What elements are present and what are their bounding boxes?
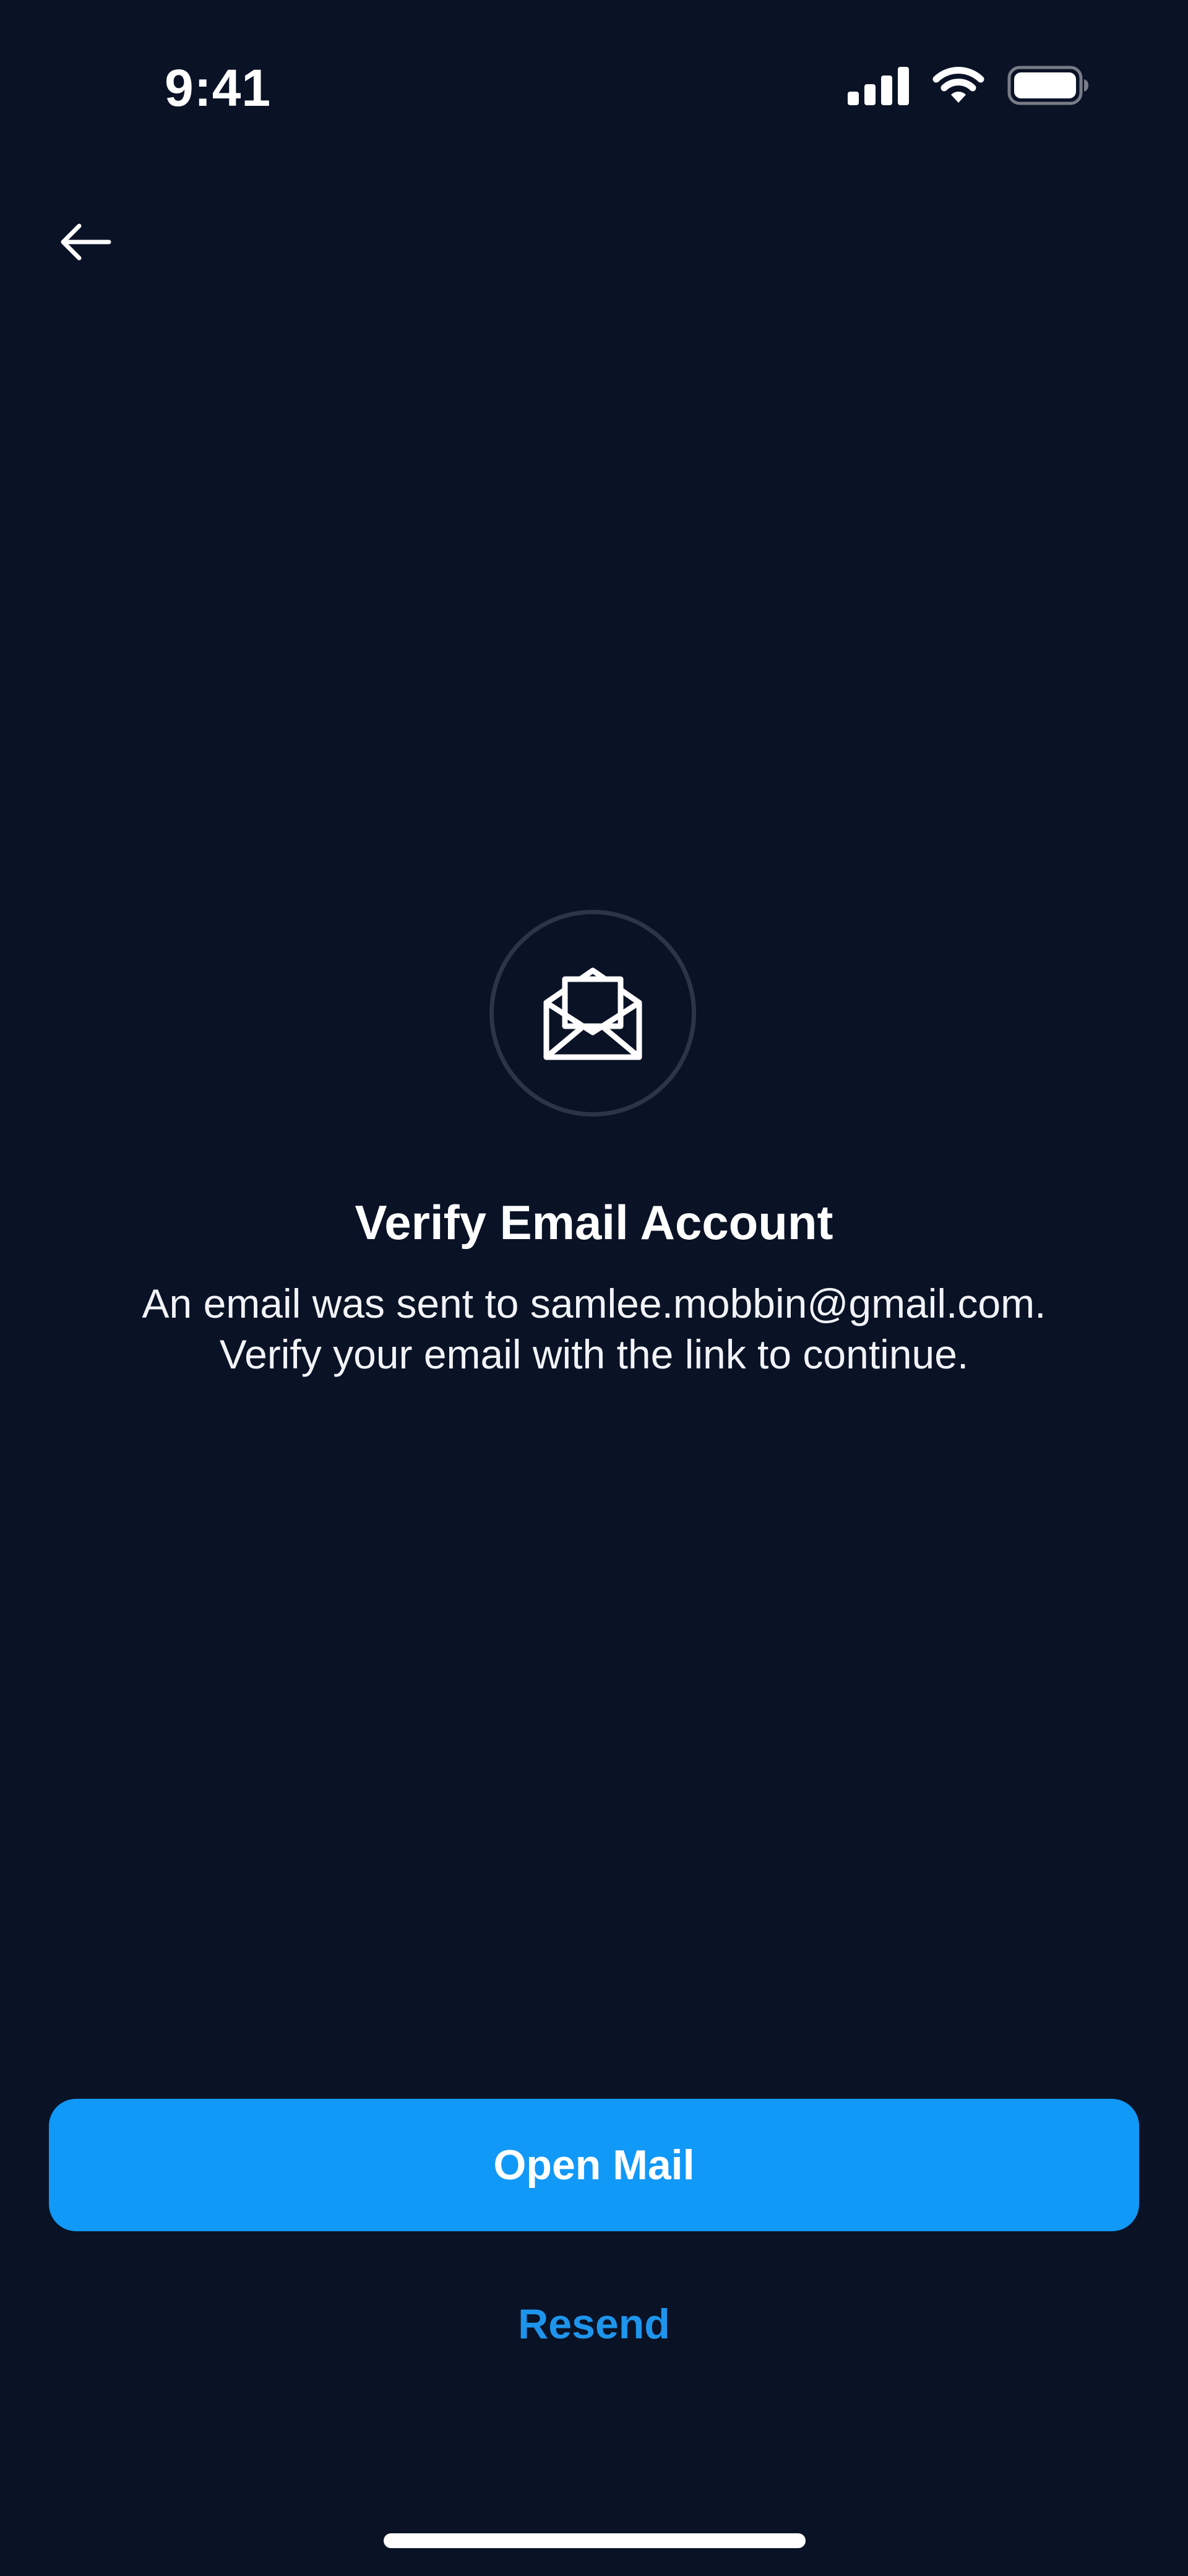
- mail-icon-circle: [489, 910, 696, 1117]
- battery-icon: [1007, 66, 1089, 108]
- back-button[interactable]: [56, 214, 115, 273]
- open-mail-button[interactable]: Open Mail: [49, 2099, 1139, 2231]
- wifi-icon: [932, 66, 985, 108]
- page-title: Verify Email Account: [355, 1195, 833, 1250]
- verification-description: An email was sent to samlee.mobbin@gmail…: [62, 1278, 1126, 1380]
- description-line-2: Verify your email with the link to conti…: [219, 1331, 969, 1377]
- cellular-signal-icon: [848, 66, 910, 108]
- resend-link[interactable]: Resend: [0, 2293, 1188, 2355]
- description-line-1: An email was sent to samlee.mobbin@gmail…: [142, 1281, 1046, 1326]
- home-indicator: [384, 2533, 806, 2548]
- arrow-left-icon: [59, 222, 111, 265]
- status-icons: [848, 66, 1089, 108]
- open-envelope-icon: [540, 959, 645, 1068]
- status-bar: 9:41: [0, 0, 1188, 179]
- status-time: 9:41: [165, 59, 272, 117]
